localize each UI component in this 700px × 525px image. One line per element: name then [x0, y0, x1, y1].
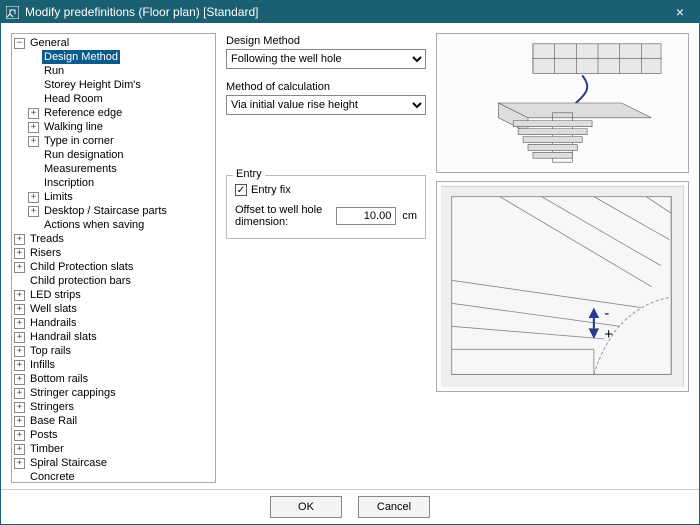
illustration-3d	[436, 33, 689, 173]
tree-item-infills[interactable]: +Infills	[14, 358, 215, 372]
expand-icon[interactable]: +	[14, 318, 25, 329]
tree-item-limits[interactable]: +Limits	[28, 190, 215, 204]
offset-unit: cm	[402, 210, 417, 222]
offset-label: Offset to well hole dimension:	[235, 204, 330, 228]
entry-group-label: Entry	[233, 168, 265, 180]
tree-item-actions-when-saving[interactable]: Actions when saving	[28, 218, 215, 232]
expand-icon[interactable]: +	[14, 304, 25, 315]
expand-icon[interactable]: +	[14, 374, 25, 385]
collapse-icon[interactable]: −	[14, 38, 25, 49]
ok-button[interactable]: OK	[270, 496, 342, 518]
tree-item-base-rail[interactable]: +Base Rail	[14, 414, 215, 428]
tree-item-stringers[interactable]: +Stringers	[14, 400, 215, 414]
tree-item-stringer-cappings[interactable]: +Stringer cappings	[14, 386, 215, 400]
tree-item-posts[interactable]: +Posts	[14, 428, 215, 442]
dialog-footer: OK Cancel	[1, 489, 699, 524]
expand-icon[interactable]: +	[14, 444, 25, 455]
tree-item-spiral-staircase[interactable]: +Spiral Staircase	[14, 456, 215, 470]
design-method-label: Design Method	[226, 35, 426, 47]
marker-minus: -	[604, 306, 609, 322]
app-icon	[5, 5, 19, 19]
title-bar: Modify predefinitions (Floor plan) [Stan…	[1, 1, 699, 23]
tree-item-inscription[interactable]: Inscription	[28, 176, 215, 190]
expand-icon[interactable]: +	[14, 290, 25, 301]
expand-icon[interactable]: +	[14, 248, 25, 259]
window-title: Modify predefinitions (Floor plan) [Stan…	[25, 5, 665, 19]
expand-icon[interactable]: +	[14, 262, 25, 273]
tree-item-treads[interactable]: +Treads	[14, 232, 215, 246]
expand-icon[interactable]: +	[14, 416, 25, 427]
expand-icon[interactable]: +	[14, 234, 25, 245]
tree-item-handrails[interactable]: +Handrails	[14, 316, 215, 330]
tree-item-led-strips[interactable]: +LED strips	[14, 288, 215, 302]
design-method-select[interactable]: Following the well hole	[226, 49, 426, 69]
tree-item-design-method[interactable]: Design Method	[28, 50, 215, 64]
tree-item-head-room[interactable]: Head Room	[28, 92, 215, 106]
close-button[interactable]: ×	[665, 4, 695, 20]
expand-icon[interactable]: +	[28, 192, 39, 203]
expand-icon[interactable]: +	[14, 332, 25, 343]
form-panel: Design Method Following the well hole Me…	[226, 33, 689, 483]
tree-item-risers[interactable]: +Risers	[14, 246, 215, 260]
tree-item-walking-line[interactable]: +Walking line	[28, 120, 215, 134]
tree-item-concrete[interactable]: Concrete	[14, 470, 215, 483]
entry-group: Entry ✓ Entry fix Offset to well hole di…	[226, 175, 426, 239]
tree-item-general[interactable]: − General	[14, 36, 215, 50]
tree-item-measurements[interactable]: Measurements	[28, 162, 215, 176]
tree-item-timber[interactable]: +Timber	[14, 442, 215, 456]
expand-icon[interactable]: +	[14, 388, 25, 399]
marker-plus: +	[604, 327, 613, 343]
entry-fix-checkbox[interactable]: ✓	[235, 184, 247, 196]
offset-input[interactable]	[336, 207, 396, 225]
tree-item-reference-edge[interactable]: +Reference edge	[28, 106, 215, 120]
cancel-button[interactable]: Cancel	[358, 496, 430, 518]
expand-icon[interactable]: +	[14, 360, 25, 371]
expand-icon[interactable]: +	[28, 206, 39, 217]
expand-icon[interactable]: +	[28, 136, 39, 147]
tree-item-bottom-rails[interactable]: +Bottom rails	[14, 372, 215, 386]
illustration-plan: - +	[436, 181, 689, 392]
tree-item-child-protection-slats[interactable]: +Child Protection slats	[14, 260, 215, 274]
expand-icon[interactable]: +	[14, 430, 25, 441]
tree-item-desktop-staircase[interactable]: +Desktop / Staircase parts	[28, 204, 215, 218]
tree-item-top-rails[interactable]: +Top rails	[14, 344, 215, 358]
dialog-window: Modify predefinitions (Floor plan) [Stan…	[0, 0, 700, 525]
expand-icon[interactable]: +	[14, 346, 25, 357]
expand-icon[interactable]: +	[28, 122, 39, 133]
main-area: − General Design Method Run Storey Heigh…	[1, 23, 699, 489]
calc-method-label: Method of calculation	[226, 81, 426, 93]
tree-item-run[interactable]: Run	[28, 64, 215, 78]
entry-fix-label: Entry fix	[251, 184, 291, 196]
tree-item-well-slats[interactable]: +Well slats	[14, 302, 215, 316]
tree-item-run-designation[interactable]: Run designation	[28, 148, 215, 162]
tree-item-handrail-slats[interactable]: +Handrail slats	[14, 330, 215, 344]
expand-icon[interactable]: +	[14, 402, 25, 413]
expand-icon[interactable]: +	[28, 108, 39, 119]
calc-method-select[interactable]: Via initial value rise height	[226, 95, 426, 115]
expand-icon[interactable]: +	[14, 458, 25, 469]
tree-item-storey-height-dims[interactable]: Storey Height Dim's	[28, 78, 215, 92]
nav-tree[interactable]: − General Design Method Run Storey Heigh…	[11, 33, 216, 483]
tree-item-type-in-corner[interactable]: +Type in corner	[28, 134, 215, 148]
tree-item-child-protection-bars[interactable]: Child protection bars	[14, 274, 215, 288]
